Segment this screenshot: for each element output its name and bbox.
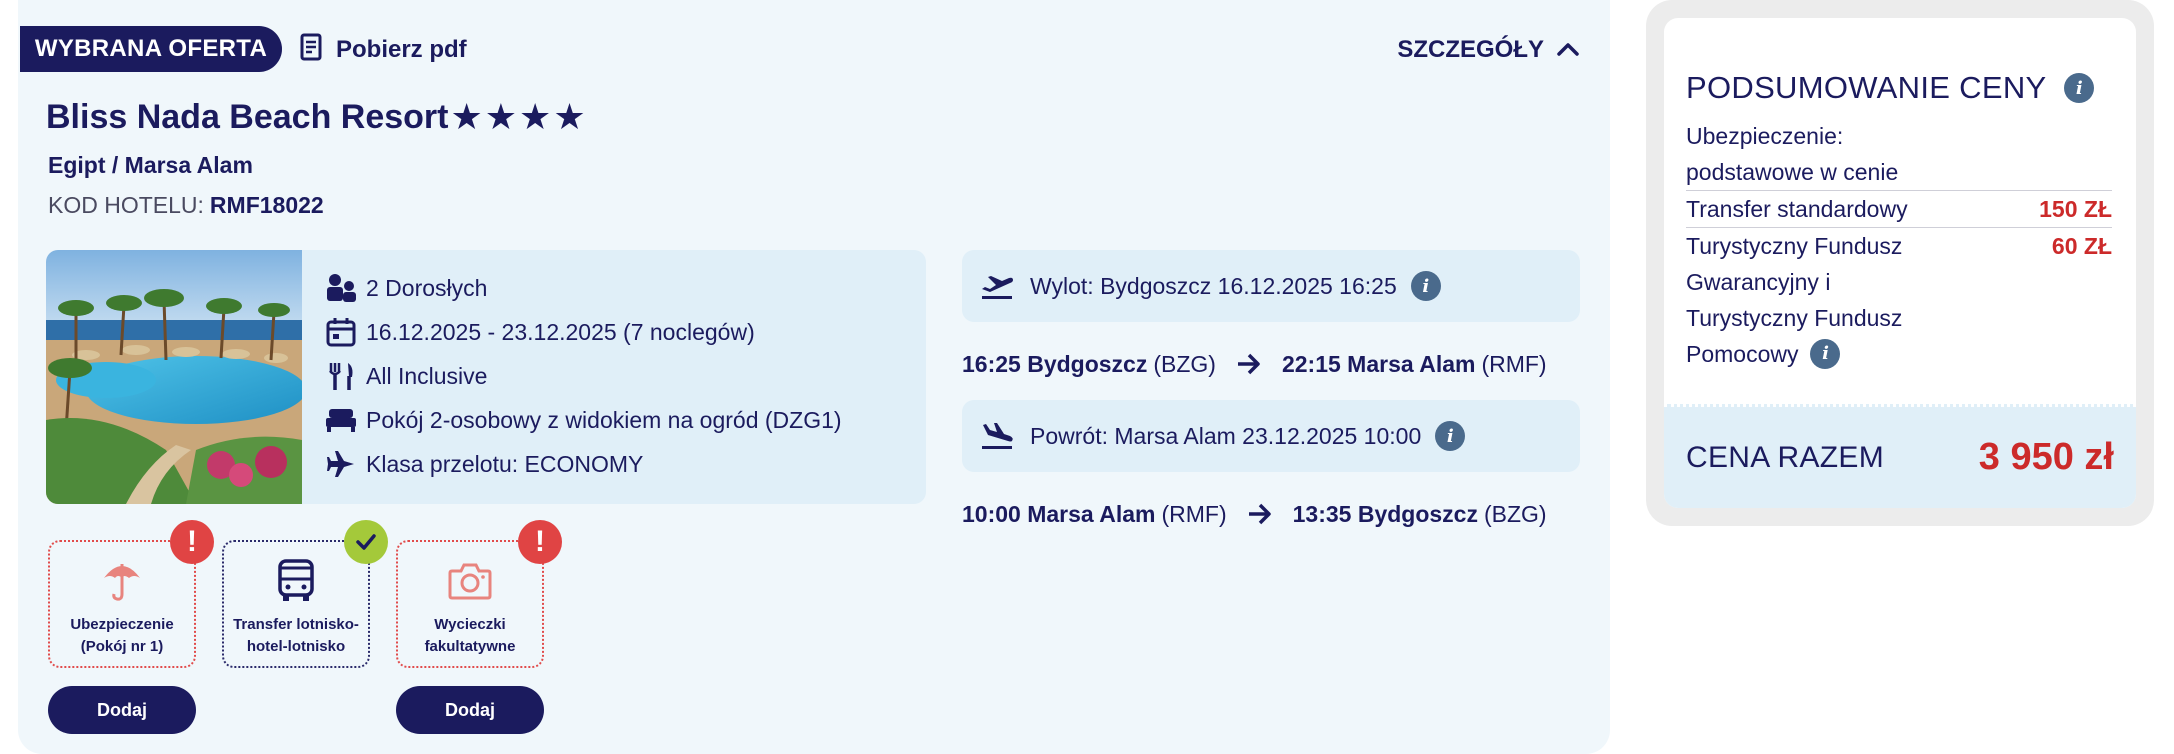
price-summary-card: PODSUMOWANIE CENY i Ubezpieczenie: podst… [1664,18,2136,508]
service-transfer[interactable]: Transfer lotnisko-hotel-lotnisko [222,520,388,668]
total-price-value: 3 950 zł [1978,436,2114,478]
fund-info-icon[interactable]: i [1810,339,1841,369]
warning-icon: ! [170,520,214,564]
total-price-label: CENA RAZEM [1686,440,1885,474]
bus-icon [276,558,316,604]
outbound-departure-code: (BZG) [1153,350,1216,377]
calendar-icon [324,315,358,349]
outbound-departure: 16:25 Bydgoszcz [962,350,1148,377]
info-board-text: All Inclusive [366,362,488,389]
chevron-up-icon [1556,36,1580,64]
offer-card: WYBRANA OFERTA Pobierz pdf SZCZEGÓŁY Bli… [18,0,1610,754]
hotel-photo[interactable] [46,250,306,504]
info-dates: 16.12.2025 - 23.12.2025 (7 noclegów) [324,310,842,354]
outbound-arrival-code: (RMF) [1481,350,1547,377]
outbound-flight-box: Wylot: Bydgoszcz 16.12.2025 16:25 i [962,250,1580,322]
return-departure-code: (RMF) [1161,500,1227,527]
airplane-icon [324,447,358,481]
summary-row-insurance-detail: podstawowe w cenie [1686,159,1899,185]
info-people-text: 2 Dorosłych [366,274,488,301]
price-summary-rows: Ubezpieczenie: podstawowe w cenie Transf… [1686,118,2112,372]
service-excursions-label: Wycieczki fakultatywne [424,616,516,655]
price-summary-title: PODSUMOWANIE CENY i [1686,70,2095,106]
outbound-info-icon[interactable]: i [1410,271,1441,301]
offer-info-list: 2 Dorosłych 16.12.2025 - 23.12.2025 (7 n… [324,266,842,486]
hotel-code-value: RMF18022 [209,192,324,218]
info-people: 2 Dorosłych [324,266,842,310]
price-summary-title-text: PODSUMOWANIE CENY [1686,70,2047,105]
camera-icon [448,558,492,604]
return-arrival-code: (BZG) [1483,500,1547,527]
return-departure: 10:00 Marsa Alam [962,500,1156,527]
summary-row-insurance-label: Ubezpieczenie: [1686,123,1844,149]
summary-row-transfer: Transfer standardowy 150 ZŁ [1686,190,2112,227]
return-arrival: 13:35 Bydgoszcz [1292,500,1478,527]
details-toggle[interactable]: SZCZEGÓŁY [1397,32,1580,68]
summary-row-transfer-label: Transfer standardowy [1686,196,1908,222]
cutlery-icon [324,359,358,393]
outbound-route: 16:25 Bydgoszcz (BZG) 22:15 Marsa Alam (… [962,344,1547,384]
summary-row-insurance: Ubezpieczenie: podstawowe w cenie [1686,118,2112,190]
landing-icon [980,422,1016,450]
info-board: All Inclusive [324,354,842,398]
bed-icon [324,403,358,437]
summary-row-fund-line1: Turystyczny Fundusz [1686,233,1903,259]
details-label: SZCZEGÓŁY [1397,36,1544,63]
add-excursions-button[interactable]: Dodaj [396,686,544,734]
checkmark-icon [344,520,388,564]
info-dates-text: 16.12.2025 - 23.12.2025 (7 noclegów) [366,318,755,345]
info-room: Pokój 2-osobowy z widokiem na ogród (DZG… [324,398,842,442]
price-summary-panel: PODSUMOWANIE CENY i Ubezpieczenie: podst… [1646,0,2154,526]
info-room-text: Pokój 2-osobowy z widokiem na ogród (DZG… [366,406,842,433]
service-insurance-label: Ubezpieczenie (Pokój nr 1) [70,616,174,655]
download-pdf-label: Pobierz pdf [336,36,467,63]
outbound-arrival: 22:15 Marsa Alam [1281,350,1476,377]
return-flight-label: Powrót: Marsa Alam 23.12.2025 10:00 [1030,422,1422,449]
service-insurance[interactable]: Ubezpieczenie (Pokój nr 1) ! [48,520,214,668]
download-pdf-link[interactable]: Pobierz pdf [300,32,467,68]
return-info-icon[interactable]: i [1435,421,1466,451]
total-price-box: CENA RAZEM 3 950 zł [1664,404,2136,508]
summary-row-transfer-price: 150 ZŁ [2039,196,2112,222]
hotel-location: Egipt / Marsa Alam [48,152,253,178]
service-transfer-label: Transfer lotnisko-hotel-lotnisko [233,616,359,655]
return-route: 10:00 Marsa Alam (RMF) 13:35 Bydgoszcz (… [962,494,1547,534]
summary-row-fund-line2: Gwarancyjny i [1686,269,1831,295]
summary-row-fund-line3: Turystyczny Fundusz [1686,305,1903,331]
return-flight-box: Powrót: Marsa Alam 23.12.2025 10:00 i [962,400,1580,472]
add-insurance-button[interactable]: Dodaj [48,686,196,734]
hotel-name[interactable]: Bliss Nada Beach Resort ★★★★ [46,96,588,138]
summary-row-fund-price: 60 ZŁ [2051,233,2112,259]
hotel-name-text: Bliss Nada Beach Resort [46,97,449,136]
arrow-right-icon [1236,353,1262,375]
hotel-code-label: KOD HOTELU: [48,192,204,218]
warning-icon: ! [518,520,562,564]
people-icon [324,271,358,305]
hotel-stars: ★★★★ [450,96,588,137]
info-flight-class: Klasa przelotu: ECONOMY [324,442,842,486]
outbound-flight-label: Wylot: Bydgoszcz 16.12.2025 16:25 [1030,272,1397,299]
arrow-right-icon [1247,503,1273,525]
summary-row-fund-line4: Pomocowy [1686,341,1799,367]
hotel-code: KOD HOTELU: RMF18022 [48,192,324,219]
service-excursions[interactable]: Wycieczki fakultatywne ! [396,520,562,668]
price-info-icon[interactable]: i [2064,73,2095,103]
selected-offer-badge: WYBRANA OFERTA [20,26,282,72]
umbrella-icon [102,558,142,604]
offer-info-box: 2 Dorosłych 16.12.2025 - 23.12.2025 (7 n… [46,250,926,504]
document-icon [300,33,322,68]
summary-row-fund: Turystyczny Fundusz Gwarancyjny i Turyst… [1686,227,2112,372]
takeoff-icon [980,272,1016,300]
info-flight-class-text: Klasa przelotu: ECONOMY [366,450,644,477]
